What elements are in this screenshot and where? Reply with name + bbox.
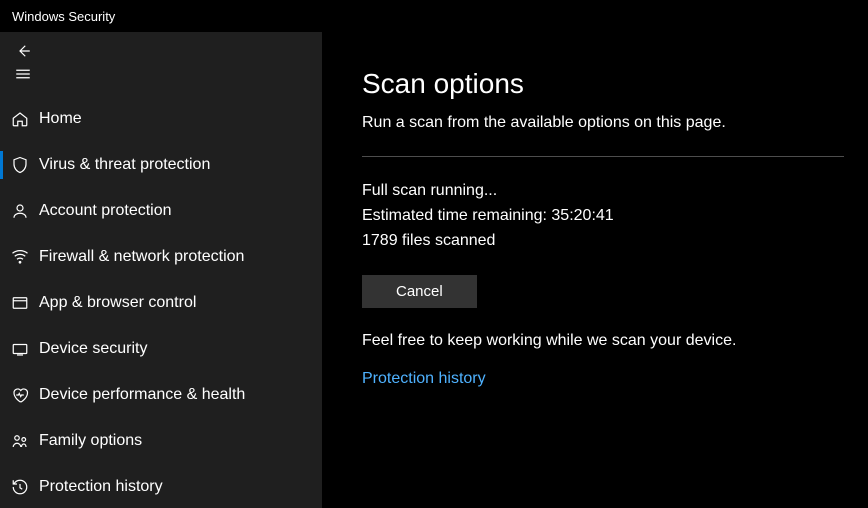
sidebar-item-label: Device security bbox=[39, 340, 147, 358]
scan-info-text: Feel free to keep working while we scan … bbox=[362, 332, 844, 350]
sidebar-item-label: Family options bbox=[39, 432, 142, 450]
sidebar-item-label: Account protection bbox=[39, 202, 172, 220]
sidebar-item-account[interactable]: Account protection bbox=[0, 188, 322, 234]
arrow-left-icon bbox=[14, 42, 32, 65]
sidebar: Home Virus & threat protection Account p… bbox=[0, 32, 322, 508]
sidebar-item-virus-threat[interactable]: Virus & threat protection bbox=[0, 142, 322, 188]
sidebar-item-firewall[interactable]: Firewall & network protection bbox=[0, 234, 322, 280]
sidebar-item-device-security[interactable]: Device security bbox=[0, 326, 322, 372]
page-title: Scan options bbox=[362, 68, 844, 100]
sidebar-item-label: Firewall & network protection bbox=[39, 248, 244, 266]
sidebar-item-label: Home bbox=[39, 110, 82, 128]
scan-status-files: 1789 files scanned bbox=[362, 229, 844, 254]
home-icon bbox=[11, 109, 37, 129]
heart-icon bbox=[11, 385, 37, 405]
sidebar-item-performance[interactable]: Device performance & health bbox=[0, 372, 322, 418]
device-icon bbox=[11, 339, 37, 359]
back-button[interactable] bbox=[0, 42, 48, 65]
window-title: Windows Security bbox=[12, 9, 115, 24]
history-icon bbox=[11, 477, 37, 497]
sidebar-item-home[interactable]: Home bbox=[0, 96, 322, 142]
protection-history-link[interactable]: Protection history bbox=[362, 370, 486, 387]
menu-button[interactable] bbox=[0, 65, 48, 88]
window-icon bbox=[11, 293, 37, 313]
sidebar-item-label: App & browser control bbox=[39, 294, 196, 312]
sidebar-item-app-browser[interactable]: App & browser control bbox=[0, 280, 322, 326]
sidebar-item-history[interactable]: Protection history bbox=[0, 464, 322, 508]
divider bbox=[362, 156, 844, 157]
scan-status-time: Estimated time remaining: 35:20:41 bbox=[362, 204, 844, 229]
family-icon bbox=[11, 431, 37, 451]
main-content: Scan options Run a scan from the availab… bbox=[322, 32, 868, 508]
shield-icon bbox=[11, 155, 37, 175]
sidebar-item-family[interactable]: Family options bbox=[0, 418, 322, 464]
cancel-button[interactable]: Cancel bbox=[362, 275, 477, 308]
sidebar-item-label: Virus & threat protection bbox=[39, 156, 210, 174]
sidebar-item-label: Protection history bbox=[39, 478, 163, 496]
window-titlebar: Windows Security bbox=[0, 0, 868, 32]
wifi-icon bbox=[11, 247, 37, 267]
page-description: Run a scan from the available options on… bbox=[362, 114, 844, 132]
sidebar-item-label: Device performance & health bbox=[39, 386, 245, 404]
scan-status-running: Full scan running... bbox=[362, 179, 844, 204]
person-icon bbox=[11, 201, 37, 221]
hamburger-icon bbox=[14, 65, 32, 88]
